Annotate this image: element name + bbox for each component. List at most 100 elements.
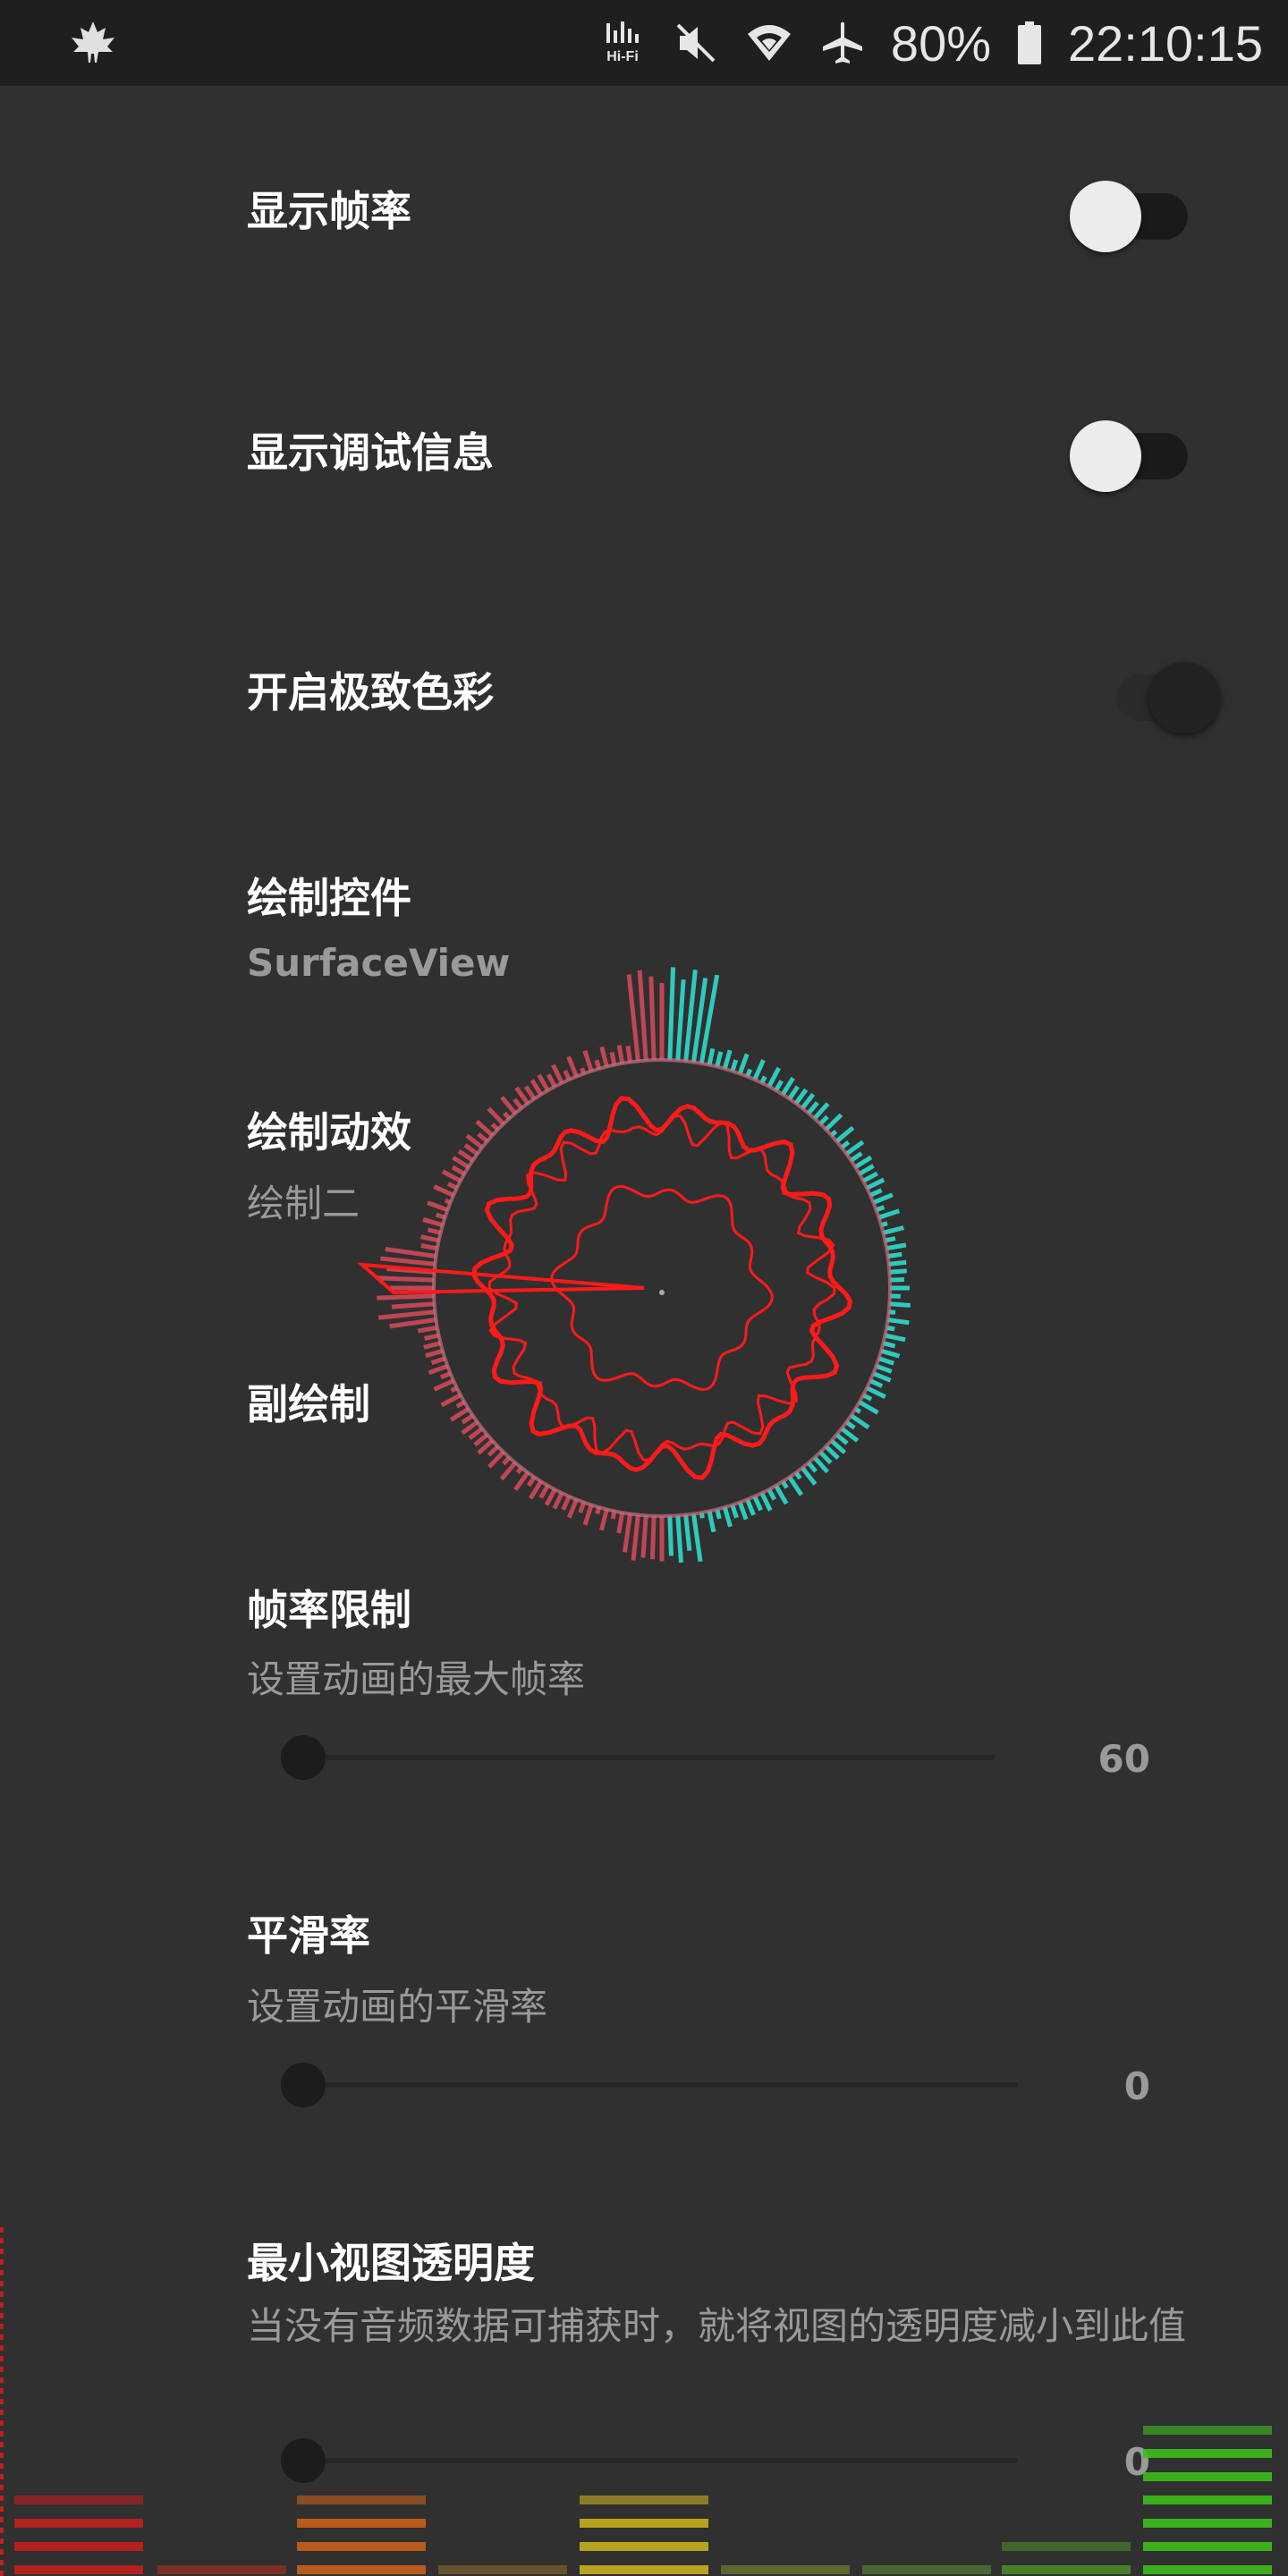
spectrum-bar — [875, 1363, 893, 1374]
spectrum-bar — [752, 1495, 763, 1512]
spectrum-bar — [683, 1514, 692, 1552]
spectrum-bar — [722, 1049, 733, 1070]
spectrum-bar — [477, 1438, 495, 1455]
equalizer-bars — [0, 2227, 1272, 2576]
spectrum-bar — [490, 1123, 500, 1131]
spectrum-bar — [840, 1140, 851, 1149]
spectrum-bar — [449, 1407, 470, 1422]
spectrum-bar — [578, 1501, 587, 1513]
spectrum-bar — [513, 1097, 523, 1110]
setting-summary: 设置动画的平滑率 — [247, 1985, 548, 2029]
eq-bar-segment — [1143, 2449, 1272, 2458]
min-alpha-slider[interactable] — [281, 2433, 1018, 2487]
eq-bar-segment — [297, 2565, 426, 2574]
spectrum-bar — [523, 1085, 537, 1100]
spectrum-bar — [594, 1059, 602, 1070]
spectrum-bar — [385, 1247, 436, 1258]
fps-limit-slider[interactable] — [281, 1730, 995, 1784]
spectrum-bar — [844, 1419, 856, 1430]
slider-thumb[interactable] — [281, 2063, 326, 2107]
eq-bar-segment — [721, 2565, 850, 2574]
smoothing-slider[interactable] — [281, 2057, 1018, 2111]
spectrum-bar — [465, 1133, 484, 1149]
eq-bar-segment — [438, 2565, 567, 2574]
spectrum-bar — [422, 1217, 444, 1228]
spectrum-bar — [861, 1171, 878, 1183]
spectrum-bar — [840, 1427, 860, 1443]
spectrum-bar — [853, 1407, 862, 1414]
spectrum-bar — [487, 1106, 505, 1126]
spectrum-bar — [380, 1256, 436, 1267]
spectrum-bar — [430, 1356, 446, 1366]
battery-percent: 80% — [890, 14, 992, 72]
eq-bar-segment — [1143, 2519, 1272, 2528]
spectrum-bar — [875, 1205, 886, 1213]
spectrum-bar — [637, 970, 648, 1061]
spectrum-bar — [487, 1445, 500, 1457]
spectrum-bar — [595, 1506, 602, 1515]
show-fps-toggle[interactable] — [1070, 168, 1195, 252]
spectrum-bar — [872, 1192, 894, 1205]
spectrum-bar — [835, 1125, 855, 1144]
spectrum-bar — [428, 1363, 449, 1376]
spectrum-bar — [427, 1200, 449, 1213]
spectrum-bar — [774, 1080, 784, 1092]
spectrum-bar — [580, 1067, 587, 1075]
spectrum-bar — [745, 1068, 753, 1078]
spectrum-bar — [829, 1130, 838, 1138]
spectrum-bar — [793, 1470, 802, 1480]
spectrum-bar — [582, 1504, 594, 1526]
eq-bar-segment — [1143, 2542, 1272, 2551]
spectrum-bar — [829, 1438, 847, 1454]
fps-limit-value: 60 — [1097, 1737, 1150, 1781]
spectrum-bar — [427, 1227, 442, 1235]
setting-summary: 当没有音频数据可捕获时，就将视图的透明度减小到此值 — [247, 2304, 1187, 2348]
spectrum-bar — [530, 1079, 543, 1097]
spectrum-bar — [801, 1466, 818, 1486]
setting-title: 显示帧率 — [247, 187, 411, 235]
hifi-label: Hi-Fi — [606, 49, 639, 64]
spectrum-bar — [866, 1177, 886, 1191]
setting-title: 平滑率 — [247, 1911, 370, 1960]
spectrum-bar — [877, 1208, 901, 1220]
setting-title: 绘制动效 — [247, 1108, 411, 1157]
spectrum-bar — [451, 1165, 466, 1176]
show-debug-toggle[interactable] — [1070, 408, 1195, 492]
spectrum-bar — [812, 1455, 830, 1474]
spectrum-bar — [582, 1049, 594, 1072]
eq-bar-segment — [1143, 2565, 1272, 2574]
extreme-color-toggle[interactable] — [1097, 649, 1222, 733]
spectrum-bar — [835, 1432, 849, 1445]
spectrum-bar — [887, 1318, 910, 1326]
spectrum-bar — [616, 1512, 625, 1534]
spectrum-bar — [563, 1069, 572, 1081]
airplane-icon — [818, 18, 868, 68]
spectrum-bar — [858, 1400, 879, 1415]
spectrum-bar — [450, 1385, 458, 1394]
eq-bar-segment — [297, 2542, 426, 2551]
slider-thumb[interactable] — [281, 2438, 326, 2483]
waveform-ring — [550, 1184, 774, 1392]
spectrum-bar — [609, 1051, 617, 1066]
spectrum-bar — [824, 1445, 840, 1461]
spectrum-bar — [528, 1479, 543, 1500]
eq-bar-segment — [14, 2496, 143, 2504]
spectrum-bar — [880, 1221, 888, 1228]
spectrum-bar — [861, 1393, 873, 1402]
waveform-spike — [357, 1262, 645, 1295]
slider-thumb[interactable] — [281, 1735, 326, 1780]
spectrum-bar — [722, 1506, 733, 1528]
spectrum-bar — [552, 1492, 564, 1510]
spectrum-bar — [433, 1184, 455, 1198]
eq-bar-segment — [14, 2542, 143, 2551]
spectrum-bar — [626, 974, 640, 1062]
spectrum-bar — [561, 1495, 572, 1511]
spectrum-bar — [737, 1501, 749, 1521]
eq-bar-segment — [580, 2519, 708, 2528]
spectrum-bar — [667, 1515, 674, 1556]
spectrum-bar — [853, 1155, 873, 1169]
eq-bar-segment — [862, 2565, 991, 2574]
spectrum-bar — [455, 1400, 466, 1409]
spectrum-bar — [824, 1113, 843, 1131]
spectrum-bar — [433, 1378, 455, 1392]
